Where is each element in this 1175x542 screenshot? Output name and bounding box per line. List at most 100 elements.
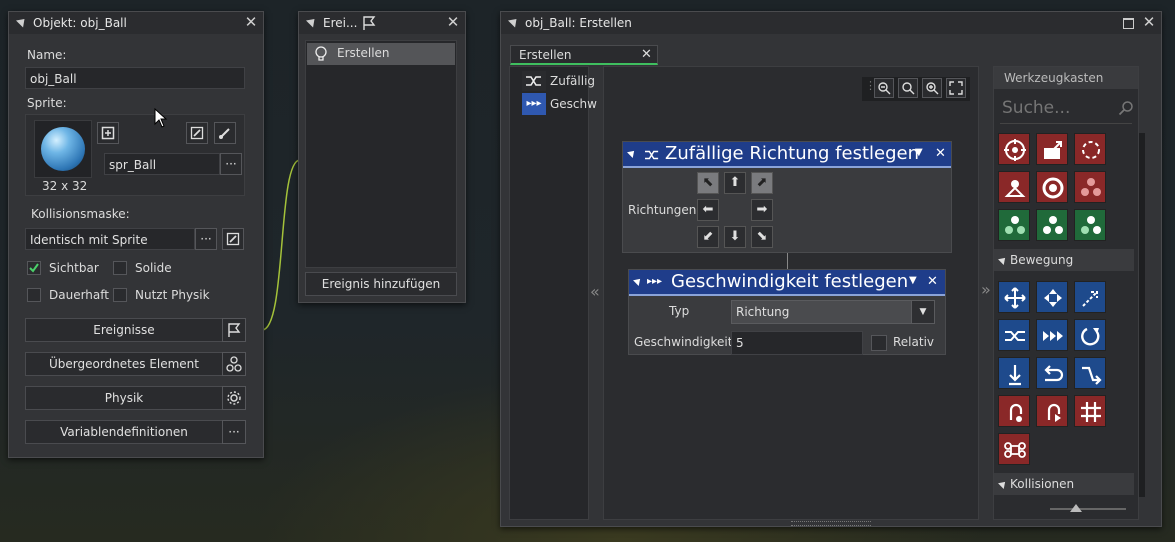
- events-button[interactable]: Ereignisse: [25, 318, 223, 342]
- action-block-header[interactable]: ▸▸▸ Geschwindigkeit festlegen ▼ ✕: [629, 270, 945, 296]
- sprite-name-field[interactable]: spr_Ball: [104, 153, 220, 175]
- tab-create[interactable]: Erstellen ✕: [510, 45, 658, 65]
- zoom-out-button[interactable]: [874, 78, 894, 98]
- reverse-icon: [1044, 365, 1064, 382]
- action-list-item-speed[interactable]: ▸▸▸ Geschw: [522, 93, 597, 115]
- toolbox-tile-move-towards[interactable]: [1074, 281, 1106, 313]
- event-item-create[interactable]: Erstellen: [307, 43, 455, 65]
- variable-definitions-more-button[interactable]: ···: [222, 420, 246, 444]
- collapse-left-icon[interactable]: «: [590, 282, 600, 301]
- action-block-title: Geschwindigkeit festlegen: [671, 271, 909, 292]
- close-icon[interactable]: ✕: [935, 146, 946, 161]
- toolbox-tile-set-direction[interactable]: [1074, 319, 1106, 351]
- direction-left-button[interactable]: ⬅: [697, 199, 719, 221]
- toolbox-scrollbar[interactable]: [1139, 133, 1145, 497]
- edit-sprite-button[interactable]: [186, 122, 208, 144]
- maximize-icon[interactable]: [1123, 18, 1134, 29]
- toolbox-tile-target[interactable]: [998, 133, 1030, 165]
- toolbox-section-collisions[interactable]: Kollisionen: [994, 473, 1134, 495]
- solid-checkbox[interactable]: [113, 261, 127, 275]
- toolbox-tile-instance[interactable]: [998, 171, 1030, 203]
- toolbox-tile-export[interactable]: [1036, 133, 1068, 165]
- mouse-cursor-icon: [154, 108, 168, 128]
- collision-mask-edit-button[interactable]: [222, 228, 244, 250]
- direction-down-button[interactable]: ⬇: [724, 226, 746, 248]
- add-event-button[interactable]: Ereignis hinzufügen: [305, 272, 457, 296]
- close-icon[interactable]: ✕: [445, 14, 461, 30]
- toolbox-tile-bounce[interactable]: [998, 395, 1030, 427]
- variable-definitions-button[interactable]: Variablendefinitionen: [25, 420, 223, 444]
- gravity-icon: [1009, 365, 1021, 386]
- toolbox-search[interactable]: [1000, 95, 1133, 121]
- action-editor-titlebar[interactable]: obj_Ball: Erstellen ✕: [501, 12, 1161, 34]
- collapse-icon[interactable]: [633, 276, 643, 286]
- direction-up-left-button[interactable]: ⬉: [697, 172, 719, 194]
- direction-down-left-button[interactable]: ⬋: [697, 226, 719, 248]
- toolbox-tile-cluster-green-2[interactable]: [1074, 209, 1106, 241]
- close-icon[interactable]: ✕: [243, 14, 259, 30]
- collapse-icon[interactable]: [15, 15, 29, 28]
- close-icon[interactable]: ✕: [1141, 14, 1157, 30]
- toolbox-tile-rotate[interactable]: [1074, 133, 1106, 165]
- name-field[interactable]: obj_Ball: [25, 67, 245, 89]
- zoom-reset-button[interactable]: [898, 78, 918, 98]
- relative-checkbox[interactable]: [871, 335, 887, 351]
- paint-sprite-button[interactable]: [214, 122, 236, 144]
- search-input[interactable]: [1000, 95, 1116, 121]
- type-select[interactable]: Richtung ▼: [731, 300, 935, 324]
- direction-up-button[interactable]: ⬆: [724, 172, 746, 194]
- visible-checkbox[interactable]: [27, 261, 41, 275]
- toolbox-tile-jump-to[interactable]: [1074, 357, 1106, 389]
- toolbox-tile-reverse[interactable]: [1036, 357, 1068, 389]
- toolbox-tile-grid[interactable]: [1074, 395, 1106, 427]
- collapse-right-icon[interactable]: »: [981, 280, 991, 299]
- zoom-in-button[interactable]: [922, 78, 942, 98]
- toolbox-tile-bounce-2[interactable]: [1036, 395, 1068, 427]
- toolbox-zoom-slider[interactable]: [1046, 504, 1130, 514]
- sprite-browse-button[interactable]: ···: [220, 153, 242, 175]
- dropdown-arrow-icon[interactable]: ▼: [915, 147, 923, 158]
- fit-view-button[interactable]: [946, 78, 966, 98]
- parent-icon-button[interactable]: [222, 352, 246, 376]
- dropdown-arrow-icon[interactable]: ▼: [909, 275, 917, 286]
- parent-button[interactable]: Übergeordnetes Element: [25, 352, 223, 376]
- close-icon[interactable]: ✕: [927, 274, 938, 289]
- slider-thumb[interactable]: [1070, 504, 1082, 512]
- direction-up-right-button[interactable]: ⬈: [751, 172, 773, 194]
- collision-mask-field[interactable]: Identisch mit Sprite: [25, 228, 195, 250]
- object-window-titlebar[interactable]: Objekt: obj_Ball ✕: [9, 12, 263, 34]
- physics-icon-button[interactable]: [222, 386, 246, 410]
- speed-input[interactable]: 5: [731, 331, 863, 355]
- events-icon-button[interactable]: [222, 318, 246, 342]
- direction-right-button[interactable]: ➡: [751, 199, 773, 221]
- toolbox-tile-circle[interactable]: [1036, 171, 1068, 203]
- action-block-header[interactable]: Zufällige Richtung festlegen ▼ ✕: [623, 142, 951, 168]
- toolbox-tile-gravity[interactable]: [998, 357, 1030, 389]
- window-resize-grip[interactable]: [791, 521, 871, 526]
- toolbox-tile-add-instance[interactable]: [998, 209, 1030, 241]
- collapse-icon[interactable]: [507, 15, 521, 28]
- toolbox-tile-random-direction[interactable]: [998, 319, 1030, 351]
- toolbox-section-movement[interactable]: Bewegung: [994, 249, 1134, 271]
- collision-mask-browse-button[interactable]: ···: [195, 228, 217, 250]
- new-sprite-button[interactable]: [97, 122, 119, 144]
- toolbox-tile-set-speed[interactable]: [1036, 319, 1068, 351]
- events-window-titlebar[interactable]: Erei... ✕: [299, 12, 465, 34]
- toolbox-tile-wrap[interactable]: [998, 433, 1030, 465]
- physics-button[interactable]: Physik: [25, 386, 223, 410]
- collapse-icon[interactable]: [305, 15, 319, 28]
- toolbox-tile-move-fixed[interactable]: [998, 281, 1030, 313]
- tab-close-icon[interactable]: ✕: [641, 47, 652, 62]
- toolbox-tile-move-free[interactable]: [1036, 281, 1068, 313]
- instance-icon: [1004, 180, 1026, 197]
- toolbox-tile-cluster[interactable]: [1074, 171, 1106, 203]
- action-list-label: Zufällig: [550, 74, 596, 88]
- sprite-preview[interactable]: [34, 120, 92, 178]
- uses-physics-checkbox[interactable]: [113, 288, 127, 302]
- persistent-checkbox[interactable]: [27, 288, 41, 302]
- flag-icon: [228, 323, 241, 337]
- toolbox-tile-cluster-green[interactable]: [1036, 209, 1068, 241]
- direction-down-right-button[interactable]: ⬊: [751, 226, 773, 248]
- collapse-icon[interactable]: [627, 148, 637, 158]
- action-list-item-random-direction[interactable]: Zufällig: [522, 71, 595, 91]
